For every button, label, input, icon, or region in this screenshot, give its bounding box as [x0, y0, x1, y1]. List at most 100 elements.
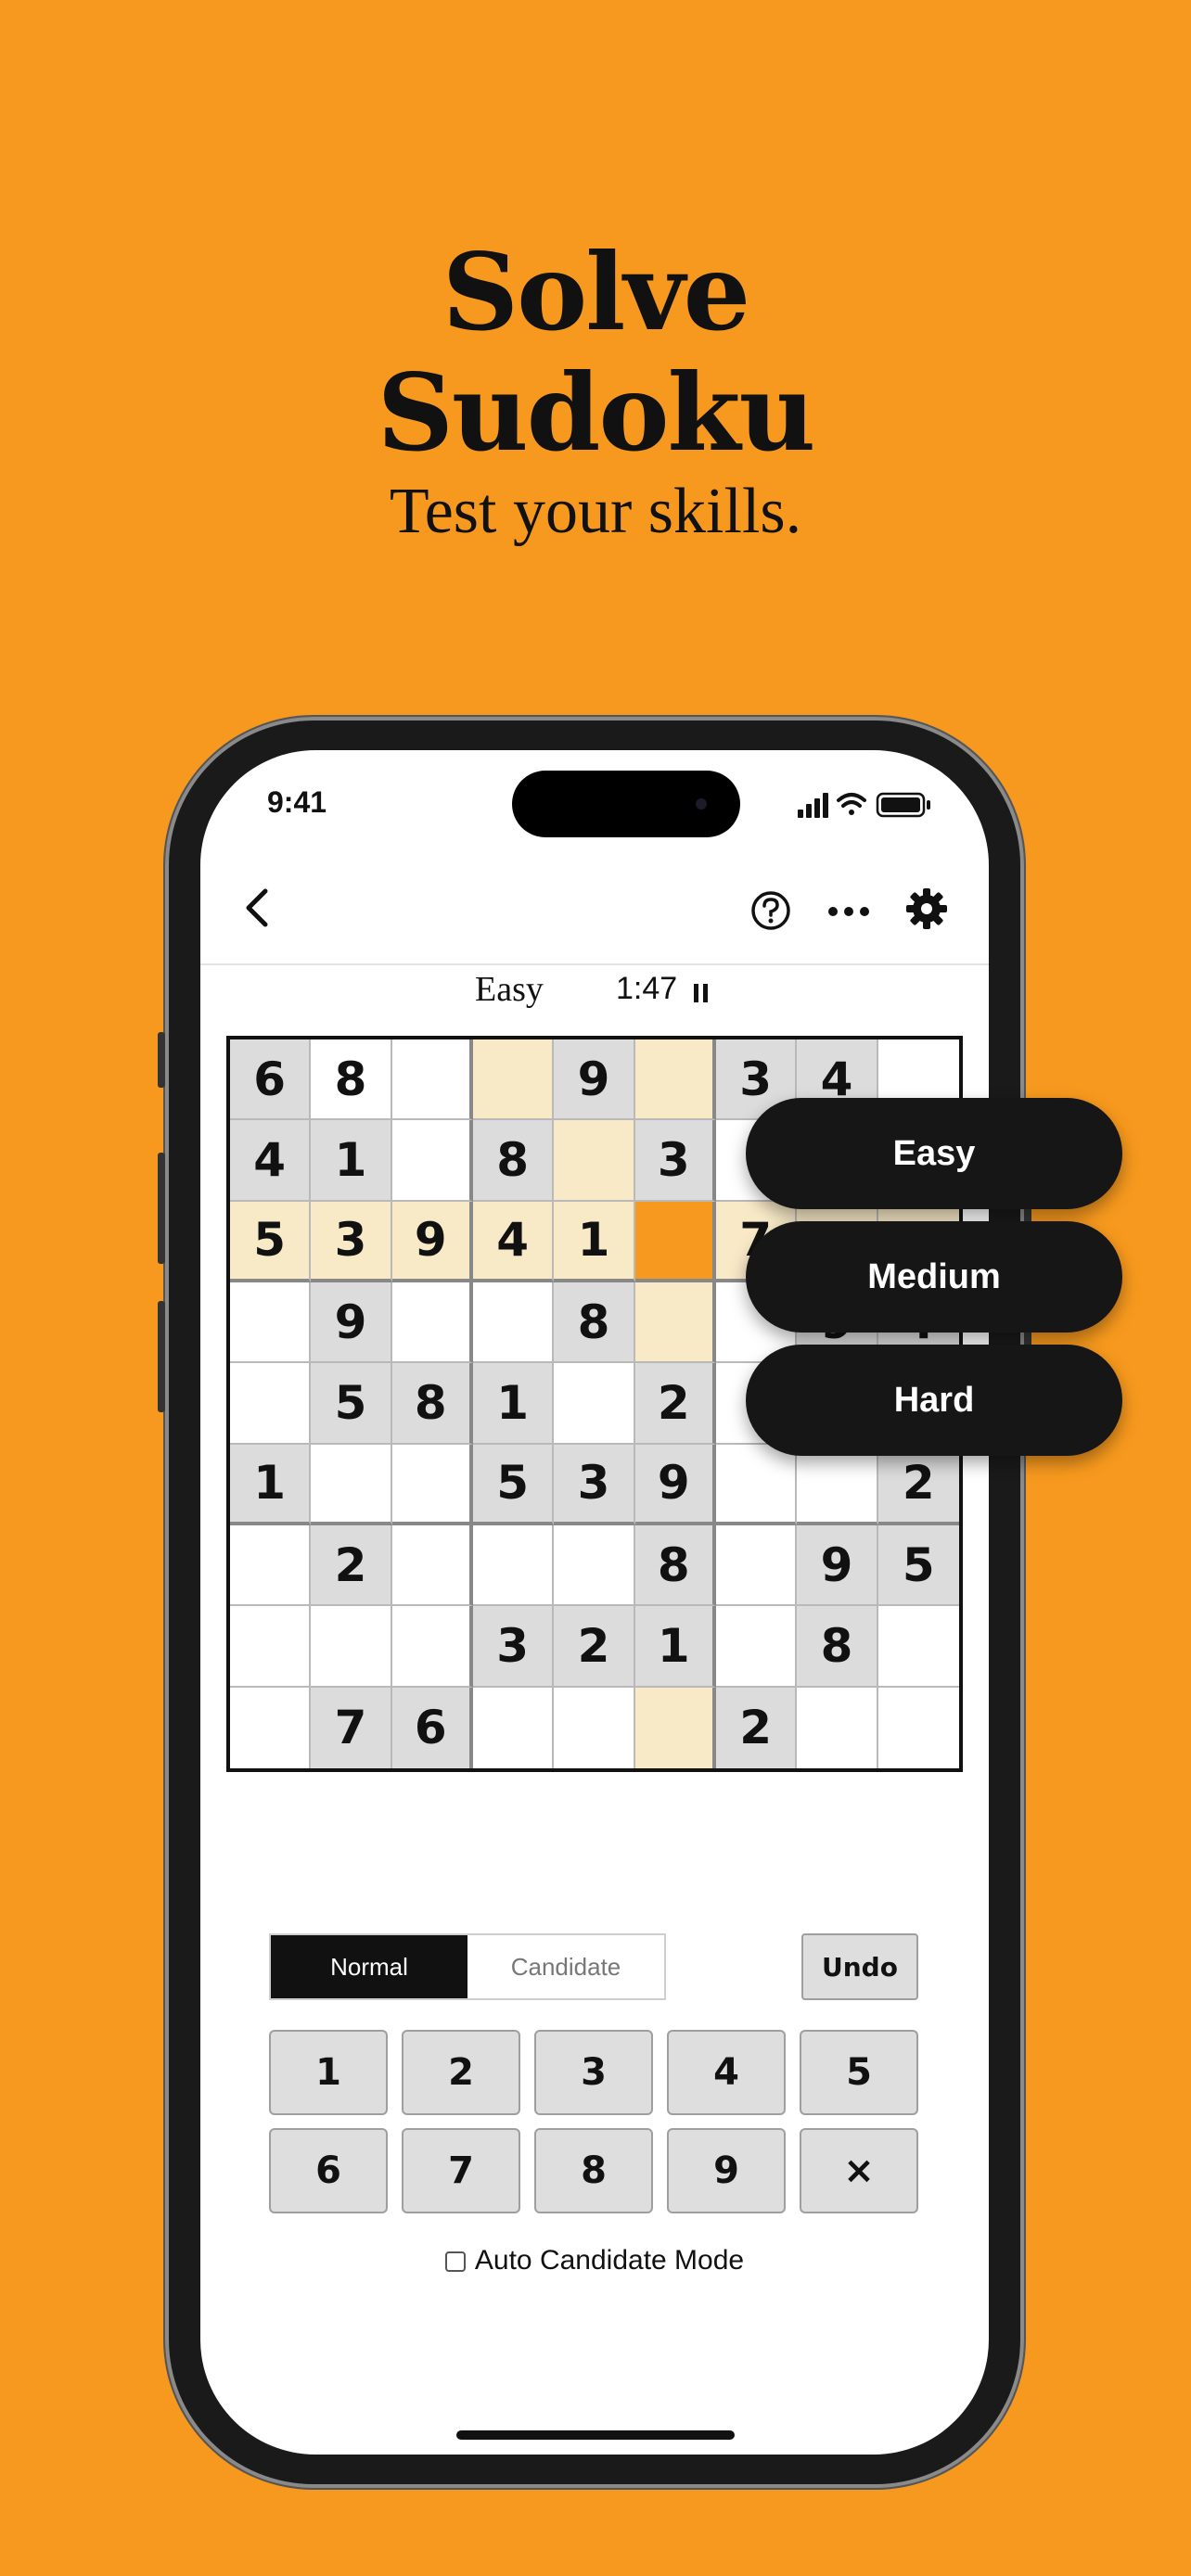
game-info-bar: Easy 1:47	[200, 969, 989, 1025]
auto-candidate-checkbox[interactable]	[444, 2251, 466, 2272]
sudoku-cell[interactable]	[473, 1039, 555, 1121]
sudoku-cell[interactable]	[311, 1606, 392, 1688]
sudoku-cell[interactable]: 9	[391, 1201, 473, 1282]
sudoku-cell[interactable]	[634, 1201, 716, 1282]
sudoku-cell[interactable]: 2	[634, 1363, 716, 1445]
number-key[interactable]: 1	[269, 2030, 388, 2115]
sudoku-cell[interactable]	[230, 1606, 312, 1688]
sudoku-cell[interactable]	[797, 1687, 878, 1768]
sudoku-cell[interactable]: 4	[473, 1201, 555, 1282]
sudoku-cell[interactable]: 3	[634, 1120, 716, 1202]
number-key[interactable]: 8	[534, 2128, 653, 2213]
sudoku-cell[interactable]	[634, 1687, 716, 1768]
normal-mode-button[interactable]: Normal	[271, 1935, 467, 1998]
sudoku-cell[interactable]: 6	[391, 1687, 473, 1768]
number-key[interactable]: 4	[667, 2030, 786, 2115]
sudoku-cell[interactable]	[473, 1525, 555, 1607]
sudoku-cell[interactable]: 7	[311, 1687, 392, 1768]
status-time: 9:41	[267, 785, 327, 819]
sudoku-cell[interactable]	[473, 1282, 555, 1364]
easy-button[interactable]: Easy	[746, 1098, 1122, 1209]
sudoku-cell[interactable]: 4	[230, 1120, 312, 1202]
sudoku-cell[interactable]: 5	[877, 1525, 959, 1607]
settings-icon[interactable]	[905, 887, 948, 930]
sudoku-cell[interactable]: 5	[311, 1363, 392, 1445]
undo-button[interactable]: Undo	[801, 1933, 918, 2000]
sudoku-cell[interactable]	[391, 1444, 473, 1525]
number-key[interactable]: 7	[402, 2128, 520, 2213]
sudoku-cell[interactable]	[634, 1282, 716, 1364]
sudoku-cell[interactable]	[391, 1120, 473, 1202]
sudoku-cell[interactable]	[716, 1525, 798, 1607]
sudoku-cell[interactable]	[797, 1444, 878, 1525]
sudoku-cell[interactable]: 5	[230, 1201, 312, 1282]
sudoku-cell[interactable]	[391, 1525, 473, 1607]
candidate-mode-button[interactable]: Candidate	[467, 1935, 664, 1998]
number-keypad: 1 2 3 4 5 6 7 8 9 ×	[269, 2030, 918, 2215]
game-timer: 1:47	[616, 971, 678, 1006]
erase-key[interactable]: ×	[800, 2128, 918, 2213]
sudoku-cell[interactable]	[391, 1282, 473, 1364]
more-icon[interactable]	[827, 906, 870, 917]
sudoku-cell[interactable]: 3	[473, 1606, 555, 1688]
sudoku-cell[interactable]: 5	[473, 1444, 555, 1525]
sudoku-cell[interactable]	[554, 1687, 635, 1768]
sudoku-cell[interactable]	[230, 1282, 312, 1364]
volume-up-button	[158, 1153, 165, 1264]
number-key[interactable]: 5	[800, 2030, 918, 2115]
sudoku-cell[interactable]: 2	[716, 1687, 798, 1768]
sudoku-cell[interactable]: 1	[230, 1444, 312, 1525]
hard-button[interactable]: Hard	[746, 1345, 1122, 1456]
number-key[interactable]: 6	[269, 2128, 388, 2213]
medium-button[interactable]: Medium	[746, 1221, 1122, 1333]
sudoku-cell[interactable]: 2	[877, 1444, 959, 1525]
sudoku-cell[interactable]: 8	[797, 1606, 878, 1688]
phone-frame: 9:41 Easy 1:47 6 8 9 3 4 4 1 8 3 5 3 9 4…	[158, 717, 1031, 2488]
sudoku-cell[interactable]	[877, 1606, 959, 1688]
sudoku-cell[interactable]	[230, 1363, 312, 1445]
home-indicator	[456, 2430, 735, 2440]
sudoku-cell[interactable]	[311, 1444, 392, 1525]
sudoku-cell[interactable]	[473, 1687, 555, 1768]
sudoku-cell[interactable]: 8	[311, 1039, 392, 1121]
sudoku-cell[interactable]	[230, 1687, 312, 1768]
sudoku-cell[interactable]: 1	[554, 1201, 635, 1282]
battery-icon	[876, 792, 930, 818]
sudoku-cell[interactable]: 9	[634, 1444, 716, 1525]
sudoku-cell[interactable]: 1	[473, 1363, 555, 1445]
sudoku-cell[interactable]: 3	[311, 1201, 392, 1282]
sudoku-cell[interactable]: 8	[473, 1120, 555, 1202]
sudoku-cell[interactable]	[554, 1525, 635, 1607]
auto-candidate-label: Auto Candidate Mode	[474, 2245, 745, 2276]
sudoku-cell[interactable]: 2	[554, 1606, 635, 1688]
number-key[interactable]: 3	[534, 2030, 653, 2115]
sudoku-cell[interactable]	[716, 1606, 798, 1688]
number-key[interactable]: 9	[667, 2128, 786, 2213]
sudoku-cell[interactable]: 8	[634, 1525, 716, 1607]
sudoku-cell[interactable]: 6	[230, 1039, 312, 1121]
sudoku-cell[interactable]	[391, 1606, 473, 1688]
sudoku-cell[interactable]	[634, 1039, 716, 1121]
back-chevron-icon[interactable]	[243, 887, 271, 928]
sudoku-cell[interactable]: 1	[634, 1606, 716, 1688]
sudoku-cell[interactable]: 3	[554, 1444, 635, 1525]
sudoku-cell[interactable]: 8	[554, 1282, 635, 1364]
sudoku-cell[interactable]	[391, 1039, 473, 1121]
sudoku-cell[interactable]: 9	[797, 1525, 878, 1607]
pause-icon[interactable]	[692, 982, 711, 1004]
sudoku-cell[interactable]: 1	[311, 1120, 392, 1202]
sudoku-cell[interactable]	[554, 1120, 635, 1202]
sudoku-cell[interactable]	[554, 1363, 635, 1445]
sudoku-cell[interactable]	[716, 1444, 798, 1525]
sudoku-cell[interactable]: 9	[311, 1282, 392, 1364]
sudoku-cell[interactable]	[878, 1688, 959, 1768]
sudoku-cell[interactable]: 8	[391, 1363, 473, 1445]
game-toolbar	[200, 852, 989, 965]
sudoku-cell[interactable]: 9	[554, 1039, 635, 1121]
promo-tagline: Test your skills.	[389, 476, 802, 547]
sudoku-cell[interactable]	[230, 1525, 312, 1607]
sudoku-cell[interactable]: 2	[311, 1525, 392, 1607]
help-icon[interactable]	[749, 889, 792, 932]
camera-icon	[696, 798, 707, 810]
number-key[interactable]: 2	[402, 2030, 520, 2115]
